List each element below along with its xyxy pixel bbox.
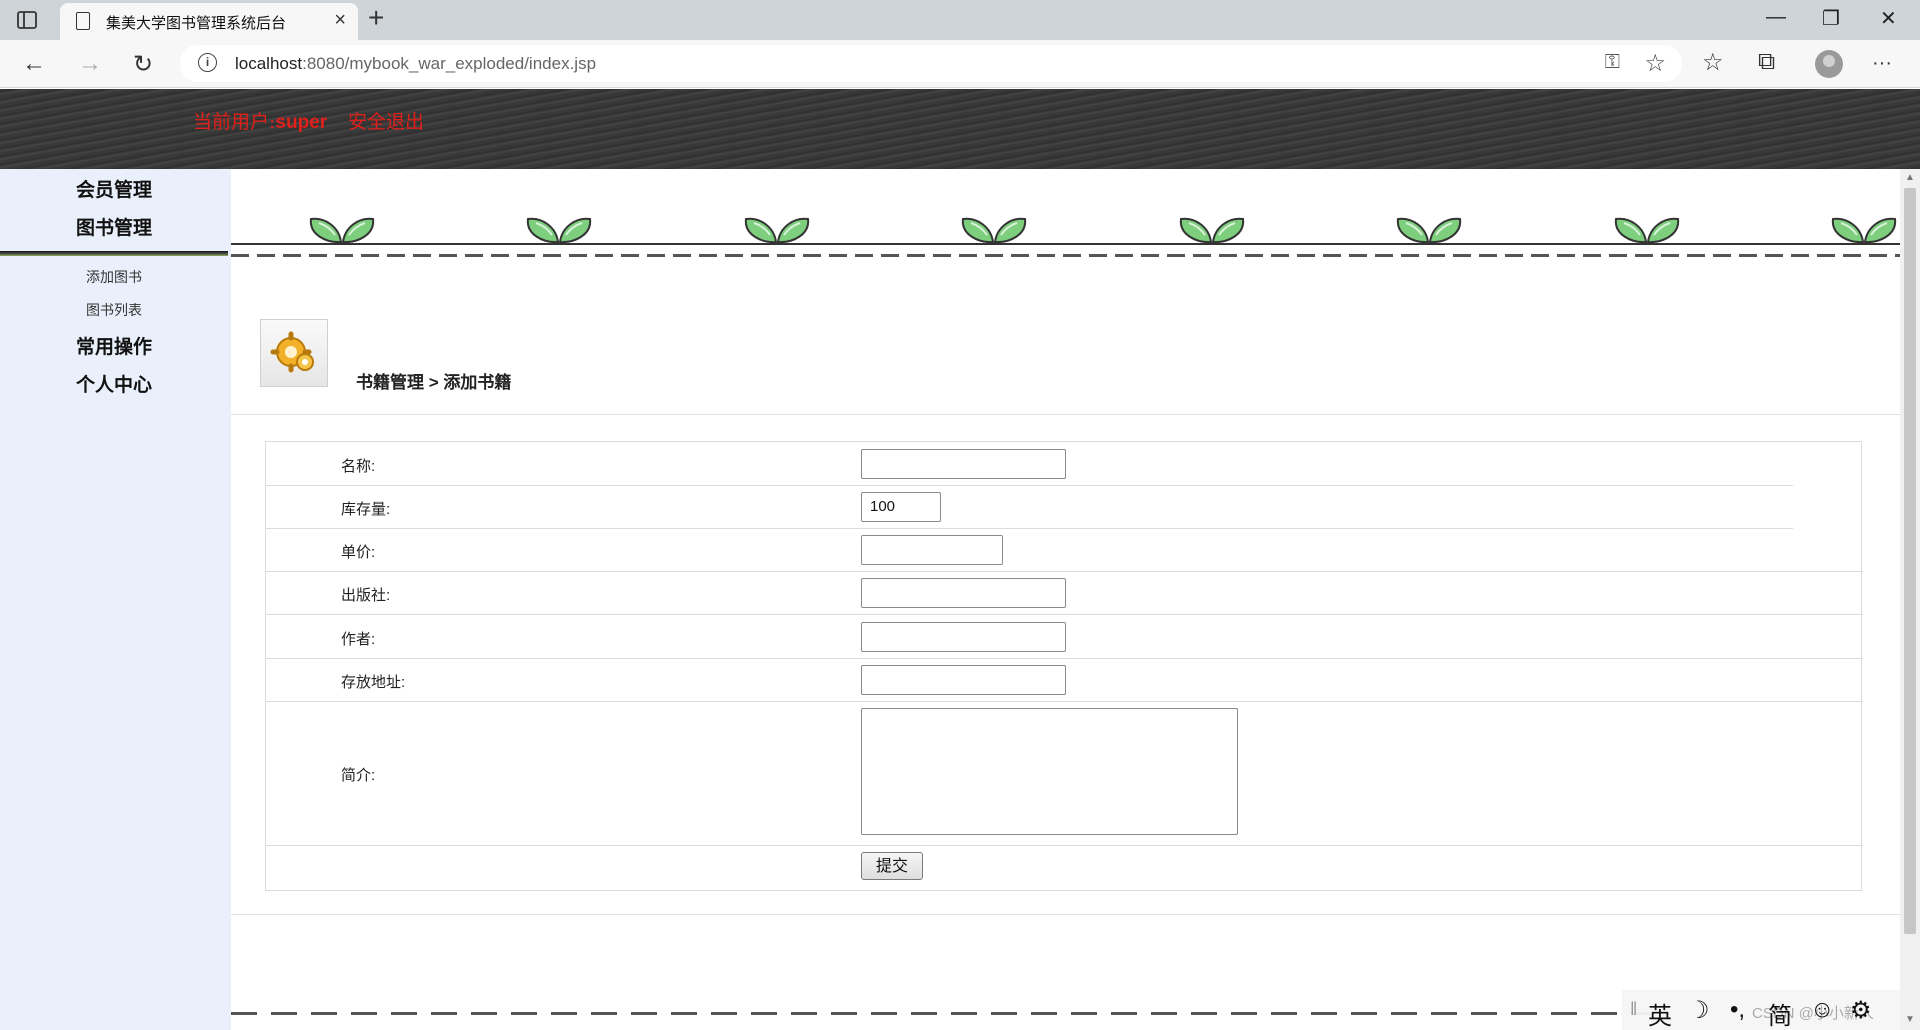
- url-text: localhost:8080/mybook_war_exploded/index…: [235, 54, 596, 74]
- favorites-icon[interactable]: ☆: [1702, 48, 1724, 77]
- location-input[interactable]: [861, 665, 1066, 695]
- price-input[interactable]: [861, 535, 1003, 565]
- scroll-up-arrow-icon[interactable]: ▲: [1905, 172, 1915, 183]
- intro-label: 简介:: [341, 767, 376, 784]
- scrollbar-thumb[interactable]: [1904, 188, 1916, 934]
- sprout-icon: [309, 217, 375, 243]
- price-label: 单价:: [341, 544, 376, 561]
- punctuation-icon[interactable]: •,: [1730, 996, 1745, 1024]
- sprout-icon: [526, 217, 592, 243]
- more-icon[interactable]: ···: [1872, 52, 1892, 75]
- intro-textarea[interactable]: [861, 708, 1238, 835]
- author-label: 作者:: [341, 631, 376, 648]
- add-favorite-icon[interactable]: ☆: [1644, 49, 1666, 78]
- username: super: [275, 112, 328, 133]
- sidebar: 会员管理 图书管理 添加图书 图书列表 常用操作 个人中心: [0, 169, 231, 1030]
- row-divider: [266, 845, 1863, 846]
- row-divider: [266, 571, 1863, 572]
- page-icon: [76, 12, 90, 30]
- close-window-icon[interactable]: ✕: [1880, 6, 1897, 31]
- browser-tab[interactable]: 集美大学图书管理系统后台 ×: [60, 3, 358, 40]
- url-host: localhost: [235, 54, 303, 73]
- publisher-input[interactable]: [861, 578, 1066, 608]
- ime-language-toggle[interactable]: 英: [1648, 996, 1672, 1030]
- tab-close-icon[interactable]: ×: [334, 9, 346, 32]
- stock-label: 库存量:: [341, 501, 391, 518]
- simplified-toggle[interactable]: 简: [1768, 996, 1792, 1030]
- row-divider: [266, 528, 1793, 529]
- ime-settings-icon[interactable]: ⚙: [1850, 996, 1872, 1025]
- emoji-icon[interactable]: ☺: [1810, 996, 1835, 1024]
- author-input[interactable]: [861, 622, 1066, 652]
- address-bar-row: ← → ↻ i localhost:8080/mybook_war_explod…: [0, 40, 1920, 88]
- sprout-icon: [744, 217, 810, 243]
- row-divider: [266, 701, 1863, 702]
- sprout-icon: [1396, 217, 1462, 243]
- restore-icon[interactable]: ❐: [1822, 6, 1840, 31]
- app-header: 当前用户:super 安全退出: [0, 89, 1920, 169]
- logout-link[interactable]: 安全退出: [348, 107, 424, 134]
- breadcrumb: 书籍管理 > 添加书籍: [356, 373, 512, 392]
- publisher-label: 出版社:: [341, 587, 391, 604]
- footer-dashed-line: [231, 1012, 1651, 1015]
- current-user-prefix: 当前用户:: [193, 111, 276, 133]
- minimize-icon[interactable]: —: [1766, 6, 1786, 29]
- sprout-icon: [1179, 217, 1245, 243]
- submenu-book-list[interactable]: 图书列表: [0, 300, 228, 320]
- reload-icon[interactable]: ↻: [133, 50, 153, 79]
- banner-dashed-line: [231, 254, 1900, 257]
- forward-icon[interactable]: →: [78, 50, 102, 78]
- site-info-icon[interactable]: i: [198, 53, 217, 72]
- tab-title: 集美大学图书管理系统后台: [106, 15, 287, 32]
- profile-avatar[interactable]: [1815, 50, 1843, 78]
- menu-personal-center[interactable]: 个人中心: [0, 370, 228, 397]
- row-divider: [266, 614, 1863, 615]
- sprout-icon: [1831, 217, 1897, 243]
- menu-member-management[interactable]: 会员管理: [0, 175, 228, 202]
- ime-grip-icon[interactable]: ‖: [1630, 999, 1637, 1020]
- moon-icon[interactable]: ☽: [1688, 996, 1710, 1025]
- banner-ground-line: [231, 243, 1900, 245]
- browser-tab-bar: 集美大学图书管理系统后台 × + — ❐ ✕: [0, 0, 1920, 40]
- footer-divider: [231, 914, 1900, 915]
- menu-divider: [0, 251, 228, 256]
- submenu-add-book[interactable]: 添加图书: [0, 267, 228, 287]
- scroll-down-arrow-icon[interactable]: ▼: [1905, 1014, 1915, 1025]
- back-icon[interactable]: ←: [22, 50, 46, 78]
- row-divider: [266, 658, 1863, 659]
- settings-gear-icon: [260, 319, 328, 387]
- current-user: 当前用户:super: [193, 107, 327, 134]
- submit-button[interactable]: 提交: [861, 852, 923, 880]
- password-key-icon[interactable]: ⚿: [1605, 51, 1620, 74]
- ime-toolbar: ‖ 英 ☽ •, CSDN @小小新人 简 ☺ ⚙: [1622, 990, 1900, 1030]
- sprout-icon: [1614, 217, 1680, 243]
- name-label: 名称:: [341, 458, 376, 475]
- collections-icon[interactable]: ⧉: [1758, 48, 1775, 76]
- url-path: :8080/mybook_war_exploded/index.jsp: [302, 54, 597, 73]
- stock-input[interactable]: 100: [861, 492, 941, 522]
- menu-book-management[interactable]: 图书管理: [0, 213, 228, 240]
- new-tab-icon[interactable]: +: [368, 2, 384, 34]
- main-content: 书籍管理 > 添加书籍 名称: 库存量: 100 单价: 出版社: 作者: 存放…: [231, 169, 1900, 1030]
- sprout-banner: [231, 169, 1900, 259]
- menu-common-operations[interactable]: 常用操作: [0, 332, 228, 359]
- name-input[interactable]: [861, 449, 1066, 479]
- sprout-icon: [961, 217, 1027, 243]
- header-divider: [231, 414, 1900, 415]
- location-label: 存放地址:: [341, 674, 406, 691]
- url-field[interactable]: i localhost:8080/mybook_war_exploded/ind…: [180, 45, 1682, 82]
- page-scrollbar[interactable]: ▲ ▼: [1900, 169, 1920, 1030]
- tab-actions-icon[interactable]: [16, 9, 38, 31]
- add-book-form: 名称: 库存量: 100 单价: 出版社: 作者: 存放地址: 简介: 提交: [265, 441, 1863, 891]
- row-divider: [266, 485, 1793, 486]
